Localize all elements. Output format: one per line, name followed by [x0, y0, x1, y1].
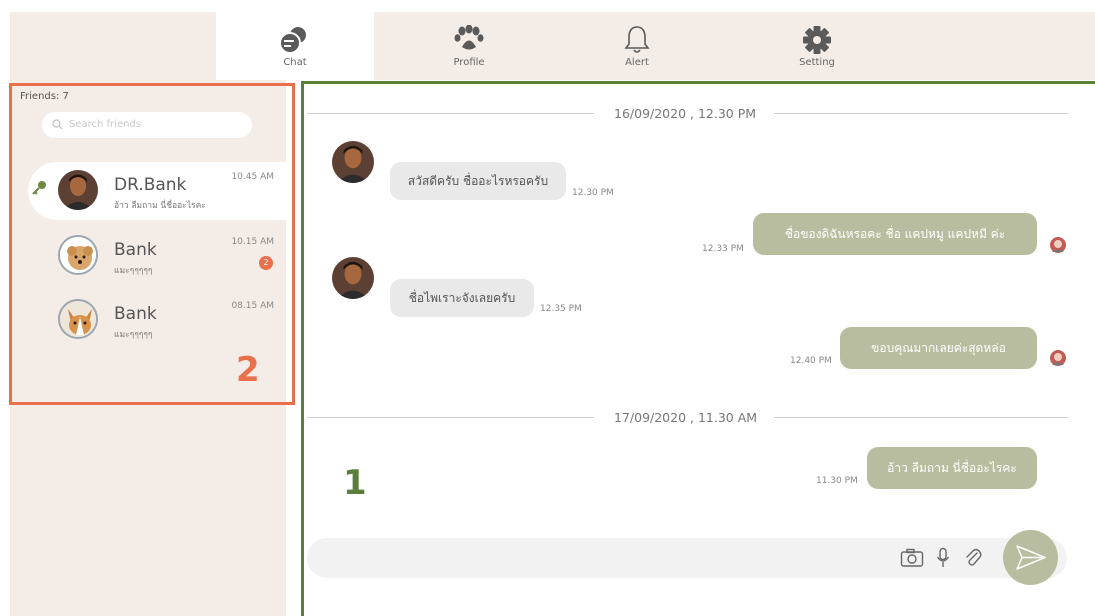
tab-chat[interactable]: Chat [216, 12, 374, 80]
annotation-number-2: 2 [236, 350, 260, 390]
tab-profile-label: Profile [453, 57, 485, 68]
message-input[interactable] [307, 538, 1067, 578]
paw-icon [454, 25, 484, 50]
tab-alert[interactable]: Alert [558, 12, 716, 80]
send-button[interactable] [1003, 530, 1058, 585]
microphone-icon[interactable] [936, 547, 950, 569]
date-divider-2: 17/09/2020 , 11.30 AM [614, 410, 758, 425]
message-bubble-outgoing: ชื่อของดิฉันหรอคะ ชื่อ แคปหมู แคปหมี ค่ะ [753, 213, 1037, 255]
contact-avatar [332, 141, 374, 183]
date-divider-line [774, 417, 1068, 418]
message-time: 12.33 PM [702, 244, 744, 254]
annotation-number-1: 1 [343, 463, 367, 503]
user-avatar-icon [1050, 350, 1066, 366]
user-avatar-icon [1050, 237, 1066, 253]
message-time: 11.30 PM [816, 476, 858, 486]
message-bubble-incoming: ชื่อไพเราะจังเลยครับ [390, 279, 534, 317]
date-divider-line [774, 113, 1068, 114]
message-bubble-incoming: สวัสดีครับ ชื่ออะไรหรอครับ [390, 162, 566, 200]
message-time: 12.30 PM [572, 188, 614, 198]
message-time: 12.35 PM [540, 304, 582, 314]
gear-icon [803, 26, 831, 54]
contact-avatar [332, 257, 374, 299]
message-bubble-outgoing: อ้าว ลืมถาม นี่ชื่ออะไรคะ [867, 447, 1037, 489]
message-time: 12.40 PM [790, 356, 832, 366]
date-divider-line [307, 417, 594, 418]
chat-bubbles-icon [279, 27, 306, 54]
top-navigation [10, 12, 1095, 80]
camera-icon[interactable] [900, 548, 924, 568]
send-icon [1016, 545, 1046, 570]
tab-setting-label: Setting [799, 57, 835, 68]
bell-icon [624, 26, 650, 53]
tab-chat-label: Chat [283, 57, 307, 68]
tab-setting[interactable]: Setting [738, 12, 896, 80]
date-divider-line [307, 113, 594, 114]
tab-alert-label: Alert [625, 57, 649, 68]
message-bubble-outgoing: ขอบคุณมากเลยค่ะสุดหล่อ [840, 327, 1037, 369]
tab-profile[interactable]: Profile [390, 12, 548, 80]
date-divider-1: 16/09/2020 , 12.30 PM [614, 106, 757, 121]
paperclip-icon[interactable] [964, 548, 982, 568]
